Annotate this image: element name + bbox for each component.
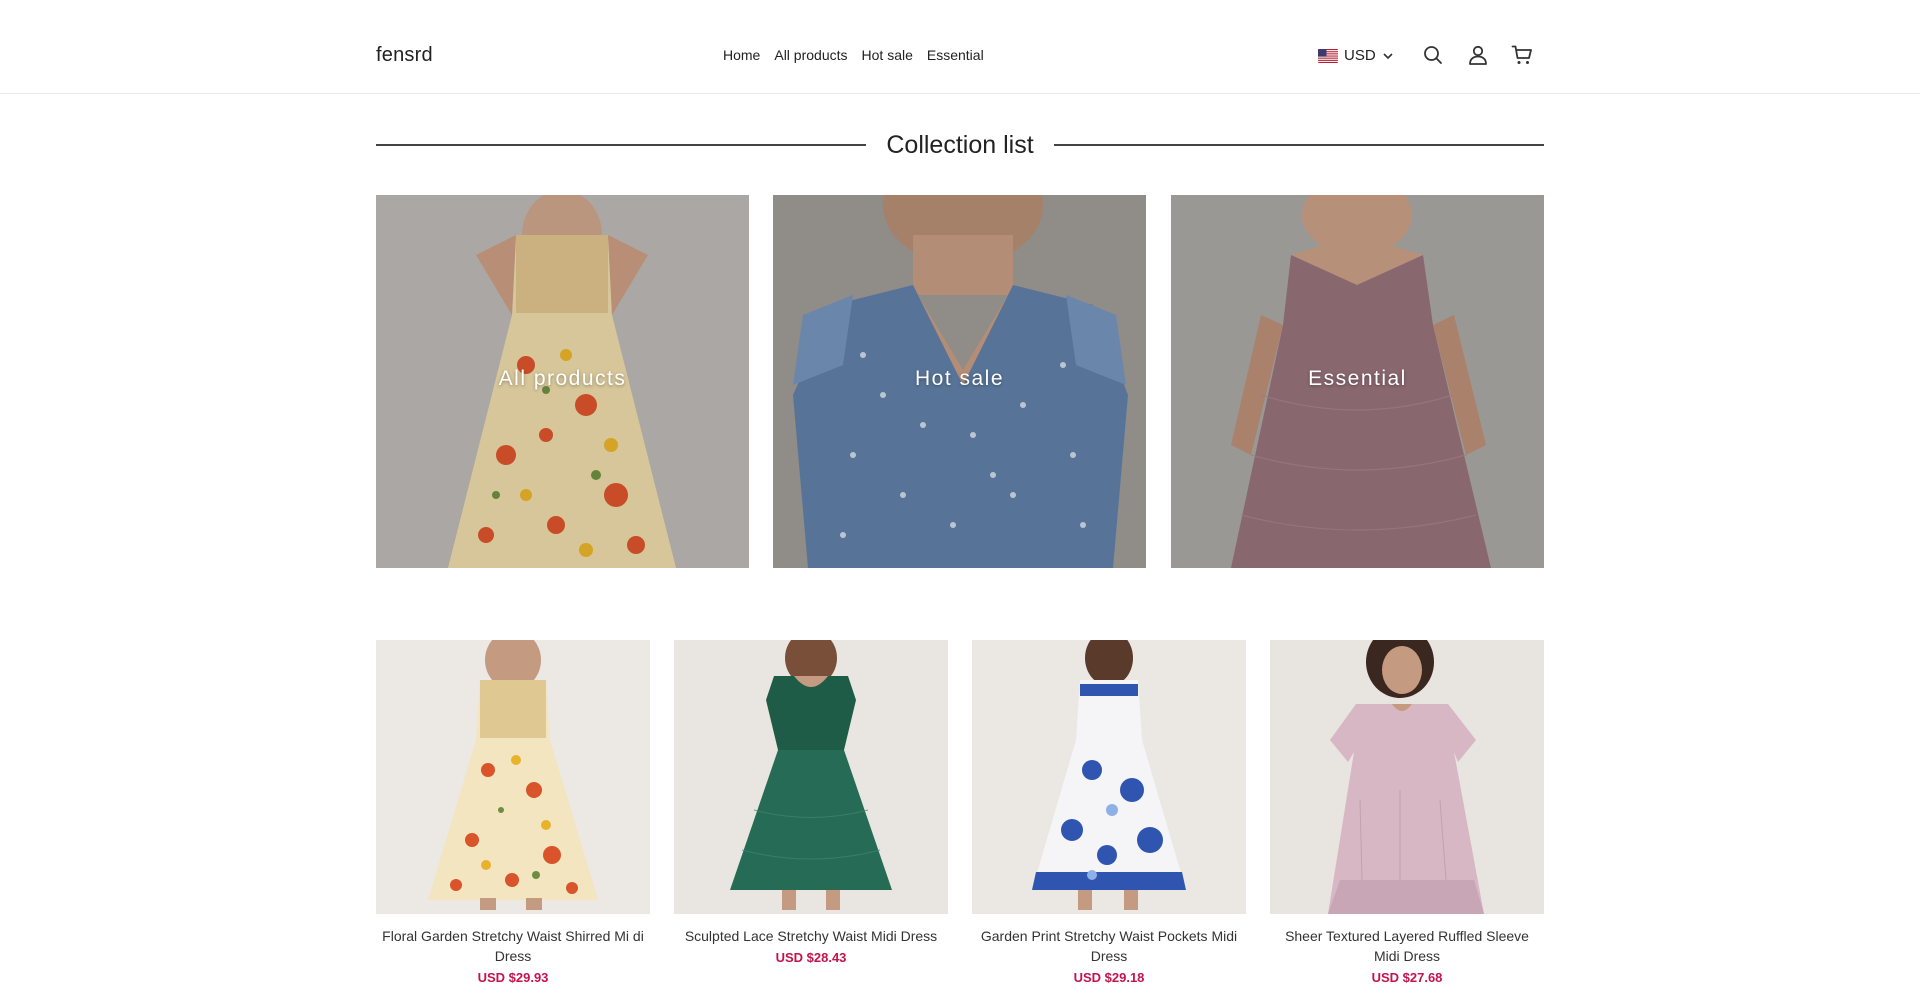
nav-home[interactable]: Home bbox=[723, 47, 760, 63]
collection-label: Essential bbox=[1308, 367, 1407, 390]
product-image[interactable] bbox=[1270, 640, 1544, 914]
site-logo[interactable]: fensrd bbox=[376, 44, 433, 67]
site-header: fensrd Home All products Hot sale Essent… bbox=[0, 0, 1920, 94]
collection-card-essential[interactable]: Essential bbox=[1171, 195, 1544, 568]
product-card[interactable]: Floral Garden Stretchy Waist Shirred Mi … bbox=[376, 640, 650, 985]
collection-card-all-products[interactable]: All products bbox=[376, 195, 749, 568]
product-name[interactable]: Sculpted Lace Stretchy Waist Midi Dress bbox=[674, 926, 948, 946]
cart-icon[interactable] bbox=[1510, 43, 1534, 67]
product-image[interactable] bbox=[376, 640, 650, 914]
collection-card-hot-sale[interactable]: Hot sale bbox=[773, 195, 1146, 568]
product-image[interactable] bbox=[972, 640, 1246, 914]
account-icon[interactable] bbox=[1466, 43, 1490, 67]
heading-divider-right bbox=[1053, 144, 1544, 146]
product-price: USD $28.43 bbox=[775, 950, 847, 965]
section-title: Collection list bbox=[886, 130, 1034, 159]
product-name[interactable]: Floral Garden Stretchy Waist Shirred Mi … bbox=[376, 926, 650, 966]
search-icon[interactable] bbox=[1421, 43, 1445, 67]
collection-list-heading: Collection list bbox=[376, 128, 1544, 162]
nav-hot-sale[interactable]: Hot sale bbox=[862, 47, 913, 63]
product-card[interactable]: Sheer Textured Layered Ruffled Sleeve Mi… bbox=[1270, 640, 1544, 985]
nav-all-products[interactable]: All products bbox=[774, 47, 847, 63]
product-price: USD $27.68 bbox=[1371, 970, 1443, 985]
product-image[interactable] bbox=[674, 640, 948, 914]
currency-selector[interactable]: USD bbox=[1318, 47, 1394, 64]
nav-essential[interactable]: Essential bbox=[927, 47, 984, 63]
collection-label: All products bbox=[498, 367, 627, 390]
product-name[interactable]: Sheer Textured Layered Ruffled Sleeve Mi… bbox=[1270, 926, 1544, 966]
collection-label: Hot sale bbox=[914, 367, 1005, 390]
heading-divider-left bbox=[376, 144, 867, 146]
product-name[interactable]: Garden Print Stretchy Waist Pockets Midi… bbox=[972, 926, 1246, 966]
product-price: USD $29.18 bbox=[1073, 970, 1145, 985]
product-card[interactable]: Garden Print Stretchy Waist Pockets Midi… bbox=[972, 640, 1246, 985]
currency-label: USD bbox=[1344, 47, 1376, 64]
chevron-down-icon bbox=[1383, 52, 1393, 59]
product-card[interactable]: Sculpted Lace Stretchy Waist Midi Dress … bbox=[674, 640, 948, 965]
product-price: USD $29.93 bbox=[477, 970, 549, 985]
us-flag-icon bbox=[1318, 48, 1338, 63]
main-nav: Home All products Hot sale Essential bbox=[723, 47, 984, 63]
